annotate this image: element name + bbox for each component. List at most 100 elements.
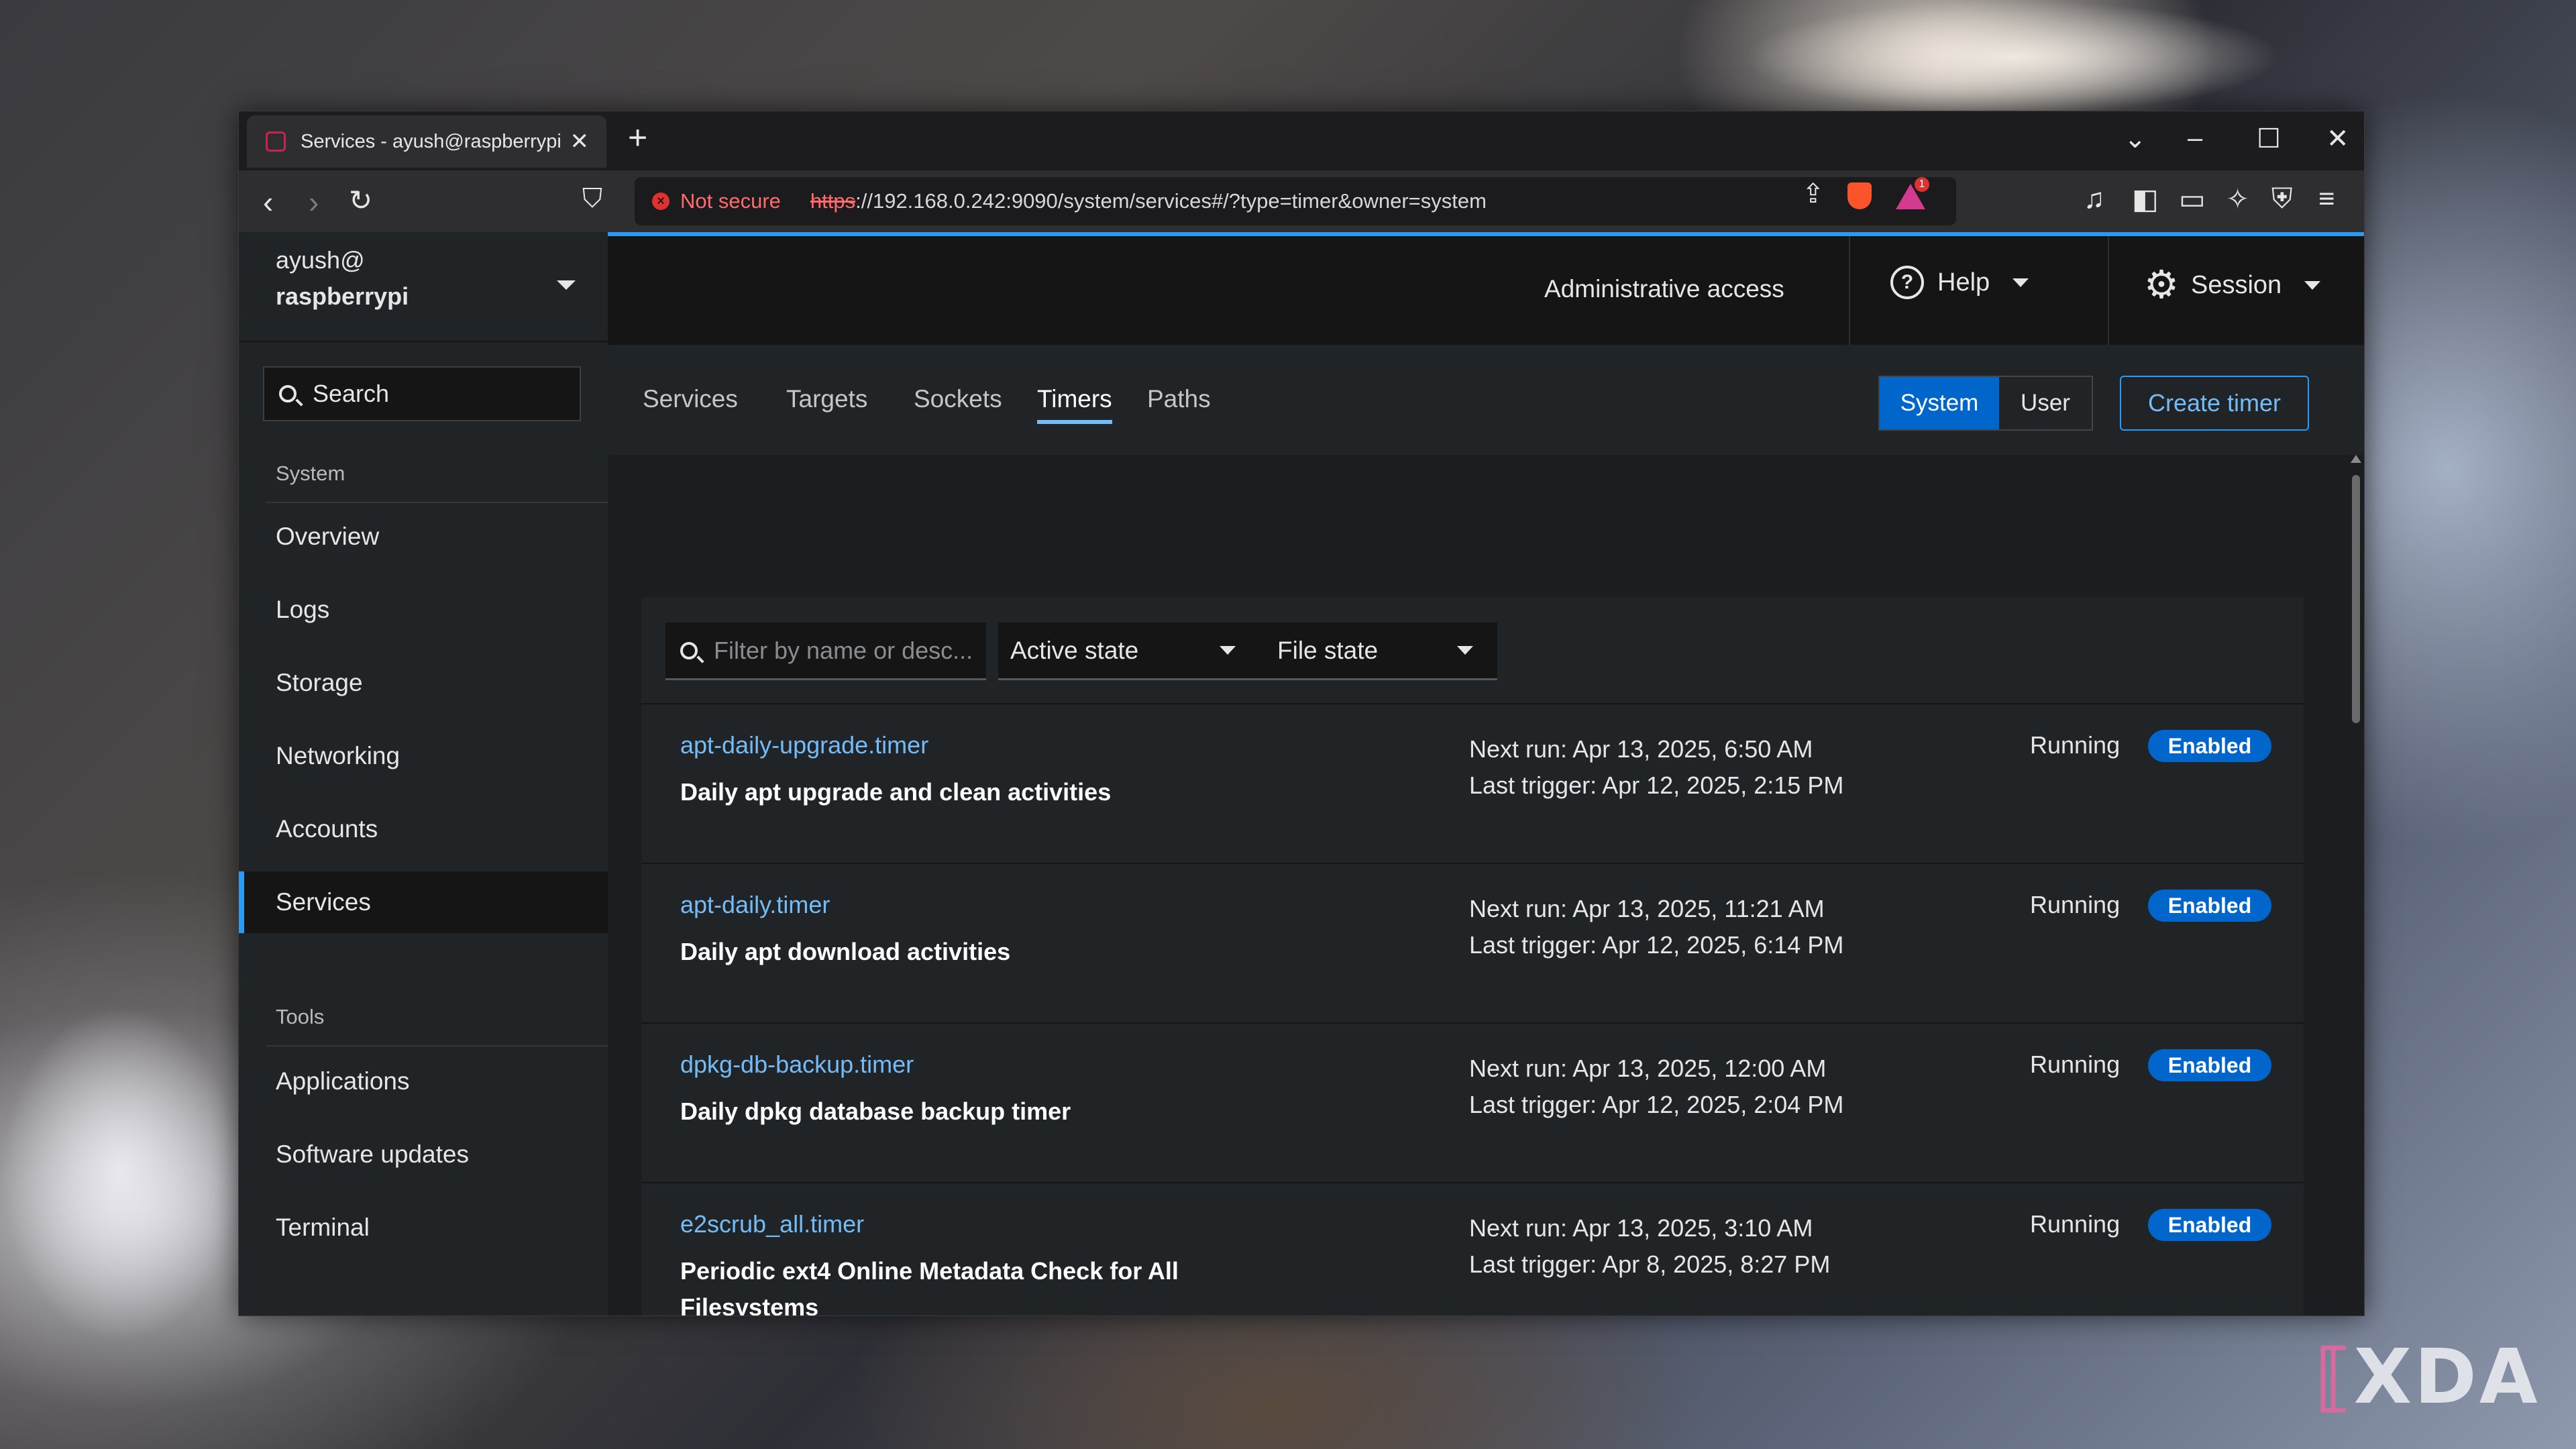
tab-targets[interactable]: Targets bbox=[786, 385, 867, 413]
brave-shields-icon[interactable] bbox=[1847, 182, 1872, 209]
sidebar-item-label: Storage bbox=[276, 669, 363, 696]
back-icon[interactable]: ‹ bbox=[263, 184, 273, 220]
list-item[interactable]: apt-daily.timer Daily apt download activ… bbox=[641, 864, 2304, 1024]
menu-icon[interactable]: ≡ bbox=[2318, 182, 2335, 215]
active-state: Running bbox=[2030, 731, 2121, 759]
search-icon bbox=[680, 641, 698, 659]
toggle-user[interactable]: User bbox=[1999, 377, 2092, 429]
page-scrollbar[interactable] bbox=[2349, 455, 2363, 1316]
sidebar-item-networking[interactable]: Networking bbox=[239, 725, 608, 787]
url-text[interactable]: https://192.168.0.242:9090/system/servic… bbox=[810, 189, 1487, 213]
sidebar-toggle-icon[interactable]: ◧ bbox=[2132, 182, 2159, 215]
toggle-system[interactable]: System bbox=[1880, 377, 1999, 429]
chevron-down-icon bbox=[1220, 646, 1236, 655]
cockpit-favicon-icon bbox=[266, 131, 286, 152]
top-header: Administrative access ? Help ⚙ Session bbox=[608, 236, 2364, 345]
timer-name-link[interactable]: dpkg-db-backup.timer bbox=[680, 1051, 914, 1079]
session-label: Session bbox=[2191, 270, 2282, 299]
tab-list-chevron-icon[interactable]: ⌄ bbox=[2124, 123, 2147, 154]
sidebar-item-label: Software updates bbox=[276, 1140, 469, 1168]
system-section-label: System bbox=[276, 462, 345, 485]
sidebar-item-services[interactable]: Services bbox=[239, 871, 608, 933]
last-trigger: Last trigger: Apr 8, 2025, 8:27 PM bbox=[1469, 1250, 1831, 1278]
sidebar-item-terminal[interactable]: Terminal bbox=[239, 1197, 608, 1258]
sidebar-item-logs[interactable]: Logs bbox=[239, 579, 608, 641]
divider bbox=[239, 341, 608, 342]
host-user: ayush@ bbox=[276, 246, 365, 274]
sidebar-item-label: Accounts bbox=[276, 815, 378, 843]
list-item[interactable]: dpkg-db-backup.timer Daily dpkg database… bbox=[641, 1024, 2304, 1183]
owner-toggle: System User bbox=[1878, 376, 2093, 431]
scrollbar-thumb[interactable] bbox=[2352, 475, 2360, 723]
wallpaper-highlight bbox=[0, 1006, 241, 1342]
next-run: Next run: Apr 13, 2025, 3:10 AM bbox=[1469, 1214, 1813, 1242]
list-item[interactable]: e2scrub_all.timer Periodic ext4 Online M… bbox=[641, 1183, 2304, 1316]
gear-icon: ⚙ bbox=[2144, 263, 2179, 307]
host-switcher[interactable]: ayush@ raspberrypi bbox=[276, 242, 409, 315]
sidebar-item-storage[interactable]: Storage bbox=[239, 652, 608, 714]
browser-window: Services - ayush@raspberrypi ✕ + ⌄ – ☐ ✕… bbox=[238, 111, 2365, 1316]
minimize-icon[interactable]: – bbox=[2188, 123, 2202, 154]
host-dropdown-caret-icon[interactable] bbox=[557, 280, 576, 290]
address-row: ‹ › ↻ ⛉ × Not secure https://192.168.0.2… bbox=[239, 170, 2364, 232]
sidebar-search-input[interactable]: Search bbox=[263, 366, 581, 421]
file-state-select[interactable]: File state bbox=[1260, 623, 1497, 680]
media-icon[interactable]: ♫ bbox=[2084, 182, 2105, 215]
tab-timers[interactable]: Timers bbox=[1037, 385, 1112, 413]
timer-name-link[interactable]: e2scrub_all.timer bbox=[680, 1210, 864, 1238]
divider bbox=[266, 502, 608, 503]
active-state-select[interactable]: Active state bbox=[998, 623, 1260, 680]
tab-paths[interactable]: Paths bbox=[1147, 385, 1211, 413]
last-trigger: Last trigger: Apr 12, 2025, 6:14 PM bbox=[1469, 931, 1844, 959]
wallpaper-highlight bbox=[1744, 0, 2281, 114]
status-badge: Enabled bbox=[2148, 890, 2271, 922]
browser-tab[interactable]: Services - ayush@raspberrypi ✕ bbox=[247, 115, 606, 168]
sidebar-item-accounts[interactable]: Accounts bbox=[239, 798, 608, 860]
maximize-icon[interactable]: ☐ bbox=[2257, 123, 2281, 154]
search-placeholder: Search bbox=[313, 380, 390, 407]
watermark-text: XDA bbox=[2353, 1334, 2540, 1421]
sidebar-item-overview[interactable]: Overview bbox=[239, 506, 608, 568]
url-path: ://192.168.0.242:9090/system/services#/?… bbox=[855, 189, 1487, 213]
filter-input[interactable]: Filter by name or desc... bbox=[665, 623, 986, 680]
timer-name-link[interactable]: apt-daily-upgrade.timer bbox=[680, 731, 928, 759]
sidebar-item-software-updates[interactable]: Software updates bbox=[239, 1124, 608, 1185]
divider bbox=[2108, 236, 2109, 345]
timer-schedule: Next run: Apr 13, 2025, 3:10 AM Last tri… bbox=[1469, 1210, 1830, 1283]
sidebar-item-label: Services bbox=[276, 888, 371, 916]
create-timer-button[interactable]: Create timer bbox=[2120, 376, 2309, 431]
next-run: Next run: Apr 13, 2025, 11:21 AM bbox=[1469, 895, 1825, 922]
divider bbox=[1849, 236, 1850, 345]
timer-schedule: Next run: Apr 13, 2025, 12:00 AM Last tr… bbox=[1469, 1051, 1843, 1123]
new-tab-button[interactable]: + bbox=[628, 118, 647, 157]
tab-services[interactable]: Services bbox=[643, 385, 738, 413]
vpn-shield-icon[interactable]: ⛨ bbox=[2271, 182, 2293, 215]
timers-list: Filter by name or desc... Active state F… bbox=[641, 597, 2304, 1316]
leo-ai-icon[interactable]: ✧ bbox=[2226, 182, 2249, 215]
file-state-label: File state bbox=[1277, 636, 1379, 664]
filter-toolbar: Filter by name or desc... Active state F… bbox=[641, 597, 2304, 704]
help-menu-button[interactable]: ? Help bbox=[1890, 266, 2029, 299]
close-tab-icon[interactable]: ✕ bbox=[570, 128, 590, 155]
timer-name-link[interactable]: apt-daily.timer bbox=[680, 891, 830, 919]
administrative-access-button[interactable]: Administrative access bbox=[1544, 275, 1784, 303]
sidebar-item-label: Logs bbox=[276, 596, 330, 623]
reload-icon[interactable]: ↻ bbox=[349, 184, 372, 217]
bookmark-icon[interactable]: ⛉ bbox=[582, 184, 602, 214]
close-window-icon[interactable]: ✕ bbox=[2326, 123, 2349, 154]
host-name: raspberrypi bbox=[276, 282, 409, 310]
forward-icon[interactable]: › bbox=[309, 184, 319, 220]
list-item[interactable]: apt-daily-upgrade.timer Daily apt upgrad… bbox=[641, 704, 2304, 864]
last-trigger: Last trigger: Apr 12, 2025, 2:15 PM bbox=[1469, 771, 1844, 799]
timer-schedule: Next run: Apr 13, 2025, 6:50 AM Last tri… bbox=[1469, 731, 1843, 804]
sidebar-item-applications[interactable]: Applications bbox=[239, 1051, 608, 1112]
session-menu-button[interactable]: ⚙ Session bbox=[2144, 263, 2321, 307]
address-bar[interactable]: × Not secure https://192.168.0.242:9090/… bbox=[635, 177, 1956, 225]
scroll-up-icon[interactable] bbox=[2351, 455, 2361, 463]
wallet-icon[interactable]: ▭ bbox=[2179, 182, 2206, 215]
share-icon[interactable]: ⇪ bbox=[1802, 178, 1825, 209]
chevron-down-icon bbox=[2304, 280, 2321, 290]
next-run: Next run: Apr 13, 2025, 6:50 AM bbox=[1469, 735, 1813, 763]
tab-sockets[interactable]: Sockets bbox=[914, 385, 1002, 413]
active-tab-indicator bbox=[1037, 420, 1112, 424]
